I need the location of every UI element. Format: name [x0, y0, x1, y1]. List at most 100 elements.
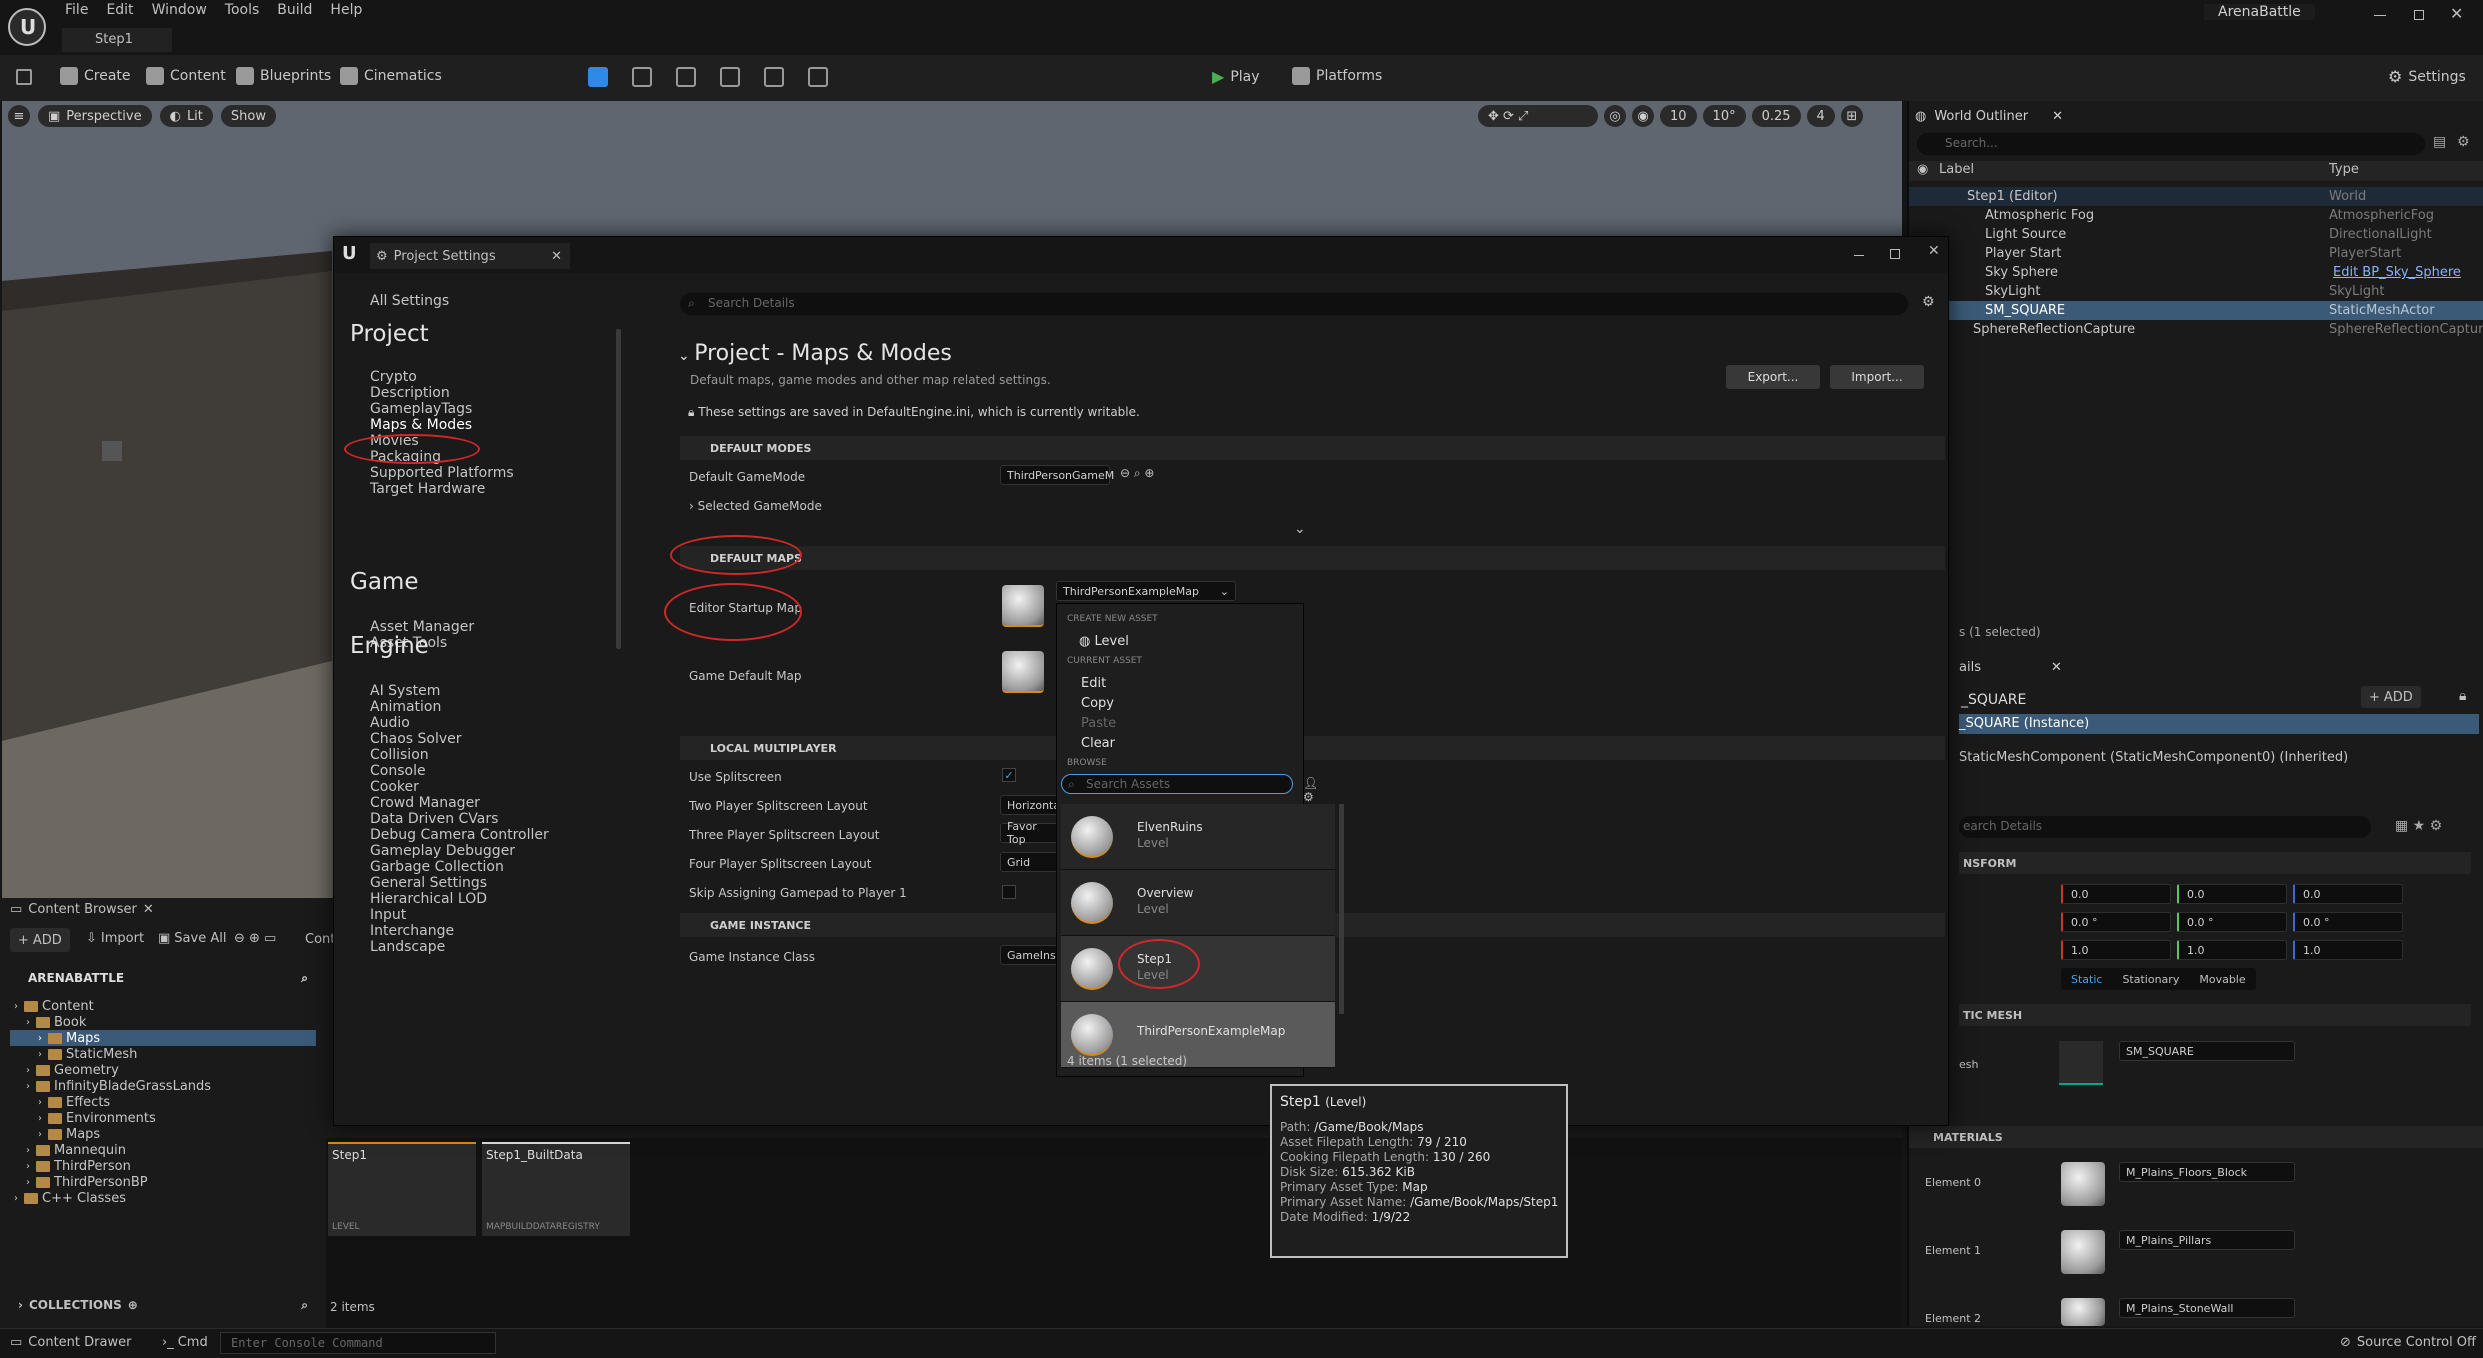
nav-link-supported-platforms[interactable]: Supported Platforms — [370, 465, 514, 481]
nav-link-crypto[interactable]: Crypto — [370, 369, 417, 385]
cb-save-all-button[interactable]: ▣ Save All — [158, 931, 226, 946]
location-x-input[interactable]: 0.0 — [2061, 884, 2171, 904]
menu-item-paste[interactable]: Paste — [1081, 716, 1116, 731]
tree-folder[interactable]: › Effects — [10, 1094, 316, 1110]
instance-row[interactable]: _SQUARE (Instance) — [1959, 714, 2479, 734]
outliner-row[interactable]: Atmospheric Fog AtmosphericFog — [1909, 206, 2483, 225]
tree-folder[interactable]: › Environments — [10, 1110, 316, 1126]
nav-link-hierarchical-lod[interactable]: Hierarchical LOD — [370, 891, 487, 907]
outliner-row[interactable]: Light Source DirectionalLight — [1909, 225, 2483, 244]
ps-search-input[interactable]: ⌕ Search Details — [680, 293, 1908, 315]
content-button[interactable]: Content — [146, 67, 226, 85]
scale-x-input[interactable]: 1.0 — [2061, 940, 2171, 960]
material-thumbnail[interactable] — [2061, 1162, 2105, 1206]
material-dropdown[interactable]: M_Plains_Pillars — [2119, 1230, 2295, 1250]
scale-snap-button[interactable]: 0.25 — [1751, 105, 1801, 127]
ps-tab[interactable]: ⚙ Project Settings ✕ — [370, 243, 570, 269]
visibility-icon[interactable]: ◉ — [1917, 162, 1928, 177]
surface-snap-icon[interactable]: ◉ — [1632, 105, 1654, 127]
camera-speed-button[interactable]: 4 — [1806, 105, 1835, 127]
ps-maximize-icon[interactable] — [1890, 249, 1900, 259]
viewport-menu-button[interactable]: ≡ — [8, 105, 30, 127]
search-icon[interactable]: ⌕ — [301, 1298, 316, 1313]
close-tab-icon[interactable]: ✕ — [2052, 109, 2063, 124]
default-maps-section[interactable]: DEFAULT MAPS — [680, 546, 1945, 570]
mesh-thumbnail[interactable] — [2059, 1041, 2103, 1085]
cb-path[interactable]: Cont — [305, 932, 335, 947]
cb-nav-icons[interactable]: ⊖ ⊕ ▭ — [234, 931, 276, 946]
platforms-button[interactable]: Platforms — [1292, 67, 1382, 85]
add-component-button[interactable]: + ADD — [2361, 686, 2421, 708]
outliner-search-input[interactable]: Search... — [1917, 133, 2425, 155]
materials-section-header[interactable]: MATERIALS — [1909, 1126, 2483, 1148]
transform-section-header[interactable]: NSFORM — [1959, 852, 2471, 874]
rotation-y-input[interactable]: 0.0 ° — [2177, 912, 2287, 932]
nav-link-ai-system[interactable]: AI System — [370, 683, 440, 699]
menu-item-clear[interactable]: Clear — [1081, 736, 1115, 751]
nav-link-data-driven-cvars[interactable]: Data Driven CVars — [370, 811, 498, 827]
label-column-header[interactable]: Label — [1939, 162, 1974, 177]
location-y-input[interactable]: 0.0 — [2177, 884, 2287, 904]
expand-more-icon[interactable]: ⌄ — [1294, 521, 1306, 537]
tree-folder[interactable]: › C++ Classes — [10, 1190, 316, 1206]
fracture-mode-icon[interactable] — [764, 67, 784, 87]
export-button[interactable]: Export... — [1726, 365, 1820, 389]
nav-scrollbar[interactable] — [616, 329, 621, 649]
collections-header[interactable]: › COLLECTIONS ⊕ ⌕ — [10, 1294, 316, 1316]
component-row[interactable]: StaticMeshComponent (StaticMeshComponent… — [1959, 750, 2348, 765]
rotation-x-input[interactable]: 0.0 ° — [2061, 912, 2171, 932]
default-gamemode-dropdown[interactable]: ThirdPersonGameM — [1000, 465, 1114, 485]
ps-close-icon[interactable]: ✕ — [1928, 243, 1940, 259]
transform-tools-button[interactable]: ✥ ⟳ ⤢ — [1478, 105, 1598, 127]
tree-folder[interactable]: › Maps — [10, 1030, 316, 1046]
edit-blueprint-link[interactable]: Edit BP_Sky_Sphere — [2333, 265, 2461, 280]
mobility-static[interactable]: Static — [2061, 973, 2112, 986]
restore-icon[interactable] — [2414, 10, 2424, 20]
cmd-button[interactable]: ›_ Cmd — [162, 1335, 208, 1350]
foliage-mode-icon[interactable] — [676, 67, 696, 87]
nav-all-settings[interactable]: All Settings — [370, 293, 449, 309]
menu-item-edit[interactable]: Edit — [1081, 676, 1106, 691]
content-drawer-button[interactable]: ▭ Content Drawer — [10, 1335, 131, 1350]
outliner-row[interactable]: SkyLight SkyLight — [1909, 282, 2483, 301]
asset-tile[interactable]: Step1_BuiltData MAPBUILDDATAREGISTRY — [482, 1142, 630, 1236]
nav-link-landscape[interactable]: Landscape — [370, 939, 445, 955]
mobility-movable[interactable]: Movable — [2189, 973, 2255, 986]
default-map-thumbnail[interactable] — [1002, 651, 1044, 693]
material-dropdown[interactable]: M_Plains_StoneWall — [2119, 1298, 2295, 1318]
nav-link-cooker[interactable]: Cooker — [370, 779, 419, 795]
default-modes-section[interactable]: DEFAULT MODES — [680, 436, 1945, 460]
gamemode-actions-icons[interactable]: ⊖ ⌕ ⊕ — [1120, 466, 1154, 481]
menu-tools[interactable]: Tools — [225, 2, 260, 18]
details-view-icons[interactable]: ▦ ★ ⚙ — [2395, 818, 2442, 834]
outliner-settings-icon[interactable]: ⚙ — [2457, 134, 2470, 150]
outliner-row[interactable]: SphereReflectionCapture SphereReflectionC… — [1909, 320, 2483, 339]
outliner-tab[interactable]: ◍ World Outliner ✕ — [1915, 105, 2063, 127]
nav-link-garbage-collection[interactable]: Garbage Collection — [370, 859, 504, 875]
tree-folder[interactable]: › ThirdPersonBP — [10, 1174, 316, 1190]
ps-settings-icon[interactable]: ⚙ — [1922, 294, 1935, 310]
cb-import-button[interactable]: ⇩ Import — [86, 931, 144, 946]
add-collection-icon[interactable]: ⊕ — [128, 1298, 138, 1312]
nav-link-gameplaytags[interactable]: GameplayTags — [370, 401, 472, 417]
world-space-icon[interactable]: ◎ — [1604, 105, 1626, 127]
three-player-layout-dropdown[interactable]: Favor Top — [1000, 820, 1060, 846]
nav-link-crowd-manager[interactable]: Crowd Manager — [370, 795, 480, 811]
search-icon[interactable]: ⌕ — [301, 971, 308, 986]
blueprints-button[interactable]: Blueprints — [236, 67, 331, 85]
selected-gamemode-label[interactable]: › Selected GameMode — [689, 499, 822, 513]
two-player-layout-dropdown[interactable]: Horizontal — [1000, 795, 1063, 815]
local-multiplayer-section[interactable]: LOCAL MULTIPLAYER — [680, 736, 1945, 760]
close-tab-icon[interactable]: ✕ — [143, 902, 154, 917]
startup-map-thumbnail[interactable] — [1002, 585, 1044, 627]
source-control-button[interactable]: ⊘ Source Control Off — [2340, 1335, 2476, 1350]
scale-z-input[interactable]: 1.0 — [2293, 940, 2403, 960]
tree-folder[interactable]: › Maps — [10, 1126, 316, 1142]
content-browser-tab[interactable]: ▭ Content Browser ✕ — [10, 902, 154, 917]
lock-icon[interactable]: 🔒︎ — [2459, 688, 2466, 704]
asset-search-input[interactable]: ⌕ Search Assets — [1061, 774, 1293, 794]
menu-item-new-level[interactable]: ◍ Level — [1079, 634, 1129, 649]
asset-list-scrollbar[interactable] — [1339, 804, 1344, 1014]
modeling-mode-icon[interactable] — [808, 67, 828, 87]
create-button[interactable]: Create — [60, 67, 131, 85]
